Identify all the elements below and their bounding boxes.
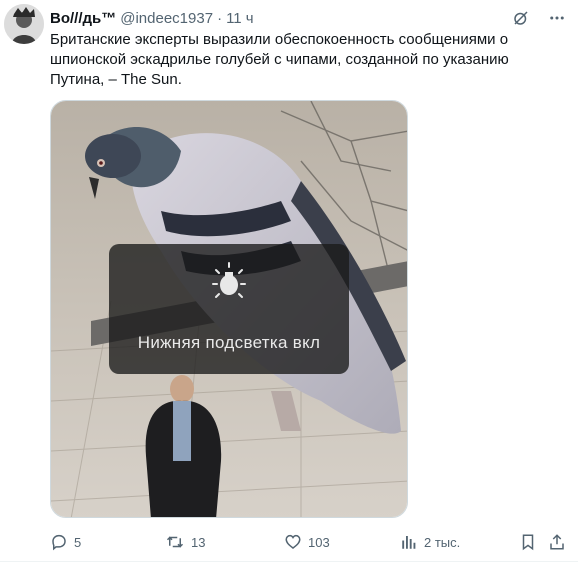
author-avatar[interactable]	[4, 4, 44, 44]
like-count: 103	[308, 534, 330, 550]
retweet-count: 13	[191, 534, 206, 550]
tweet-timestamp[interactable]: 11 ч	[226, 10, 254, 27]
separator-dot: ·	[217, 9, 223, 27]
grok-icon[interactable]	[510, 7, 532, 29]
backlight-status-text: Нижняя подсветка вкл	[137, 333, 321, 352]
author-handle[interactable]: @indeec1937	[120, 10, 213, 27]
views-count: 2 тыс.	[424, 534, 461, 550]
tweet-media-image[interactable]: Нижняя подсветка вкл	[50, 100, 408, 518]
bookmark-icon	[522, 534, 534, 551]
bookmark-button[interactable]	[519, 533, 537, 551]
reply-button[interactable]: 5	[50, 533, 81, 551]
avatar-portrait-icon	[4, 4, 44, 44]
analytics-icon	[402, 536, 416, 549]
share-icon	[550, 534, 564, 550]
reply-icon	[52, 534, 66, 551]
tweet-text: Британские эксперты выразили обеспокоенн…	[50, 31, 513, 88]
tweet-header: Во///дь™ @indeec1937 · 11 ч	[50, 8, 568, 28]
retweet-button[interactable]: 13	[165, 533, 205, 551]
lightbulb-icon	[212, 262, 246, 298]
tweet-card[interactable]: Во///дь™ @indeec1937 · 11 ч Британские э…	[0, 0, 578, 562]
reply-count: 5	[74, 534, 82, 550]
share-button[interactable]	[548, 533, 566, 551]
tweet-actions-bar: 5 13 103 2 тыс.	[50, 531, 570, 553]
backlight-overlay-panel: Нижняя подсветка вкл	[109, 244, 349, 374]
retweet-icon	[166, 536, 184, 548]
heart-icon	[285, 534, 301, 549]
views-button[interactable]: 2 тыс.	[400, 533, 460, 551]
author-display-name[interactable]: Во///дь™	[50, 10, 116, 27]
like-button[interactable]: 103	[284, 533, 330, 551]
more-options-icon[interactable]	[546, 7, 568, 29]
